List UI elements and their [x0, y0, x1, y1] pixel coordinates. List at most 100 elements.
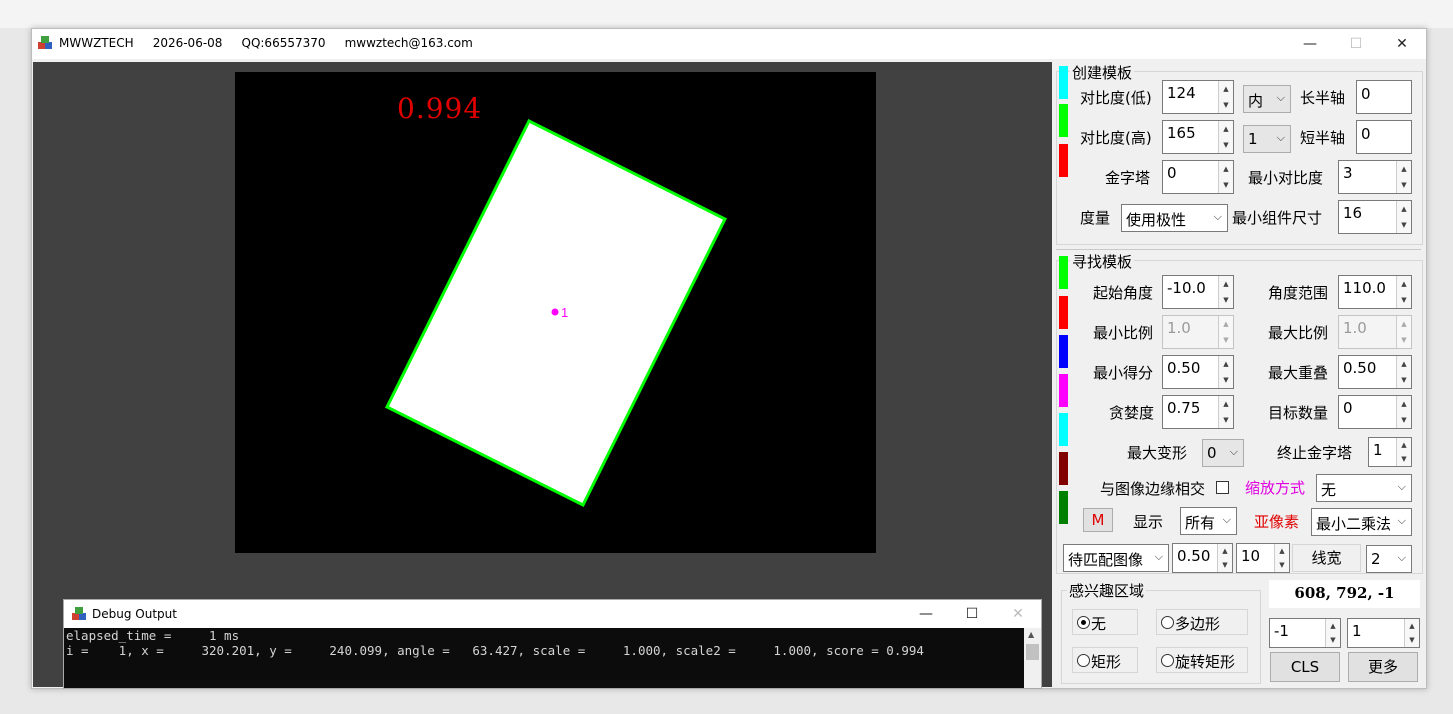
color-swatch-green[interactable]	[1059, 256, 1068, 289]
maximize-button[interactable]: ☐	[1333, 29, 1379, 59]
debug-maximize-button[interactable]: ☐	[949, 600, 995, 628]
close-button[interactable]: ✕	[1379, 29, 1425, 59]
image-canvas[interactable]: 1 0.994	[235, 72, 876, 553]
major-axis-input[interactable]: 0	[1356, 80, 1412, 114]
spin-arrows-icon: ▲ ▼	[1274, 544, 1289, 572]
roi-polygon-radio[interactable]: 多边形	[1156, 609, 1248, 635]
debug-scrollbar[interactable]: ▲	[1024, 628, 1041, 688]
scale-mode-select[interactable]: 无 ⌵	[1316, 474, 1412, 502]
max-scale-label: 最大比例	[1268, 324, 1329, 342]
pyramid-label: 金字塔	[1105, 169, 1151, 187]
spin-arrows-icon: ▲ ▼	[1325, 619, 1340, 647]
chevron-down-icon: ⌵	[1154, 550, 1163, 563]
line-width-label: 线宽	[1292, 544, 1361, 572]
match-overlay: 1	[384, 118, 728, 508]
contrast-high-label: 对比度(高)	[1080, 129, 1152, 147]
color-swatch-red[interactable]	[1059, 144, 1068, 177]
subpixel-select[interactable]: 最小二乘法 ⌵	[1311, 508, 1412, 536]
one-select[interactable]: 1 ⌵	[1243, 125, 1291, 153]
chevron-down-icon: ⌵	[1276, 91, 1285, 104]
roi-rotated-rect-radio[interactable]: 旋转矩形	[1156, 647, 1248, 673]
spin-b[interactable]: 1 ▲ ▼	[1347, 618, 1420, 648]
scroll-thumb[interactable]	[1026, 644, 1039, 660]
radio-icon	[1077, 654, 1090, 667]
image-source-select[interactable]: 待匹配图像 ⌵	[1063, 544, 1169, 572]
stop-pyramid-label: 终止金字塔	[1277, 444, 1353, 462]
scale-mode-label: 缩放方式	[1245, 479, 1306, 497]
debug-console: elapsed_time = 1 ms i = 1, x = 320.201, y…	[64, 628, 1024, 688]
display-label: 显示	[1133, 513, 1164, 531]
greediness-spin[interactable]: 0.75 ▲ ▼	[1162, 395, 1234, 429]
image-viewport[interactable]: 1 0.994 Debug Output — ☐ ✕ elapsed_time …	[33, 62, 1052, 689]
create-template-title: 创建模板	[1070, 62, 1135, 83]
color-swatch-green[interactable]	[1059, 104, 1068, 137]
min-contrast-label: 最小对比度	[1248, 169, 1324, 187]
more-button[interactable]: 更多	[1348, 652, 1418, 682]
angle-range-spin[interactable]: 110.0 ▲ ▼	[1338, 275, 1412, 309]
spin-arrows-icon: ▲ ▼	[1396, 438, 1411, 466]
value2-spin[interactable]: 10 ▲ ▼	[1236, 543, 1290, 573]
max-overlap-spin[interactable]: 0.50 ▲ ▼	[1338, 355, 1412, 389]
spin-arrows-icon: ▲ ▼	[1396, 396, 1411, 428]
color-swatch-blue[interactable]	[1059, 335, 1068, 368]
radio-icon	[1161, 616, 1174, 629]
window-title: MWWZTECH 2026-06-08 QQ:66557370 mwwztech…	[59, 36, 473, 50]
spin-arrows-icon: ▲ ▼	[1396, 161, 1411, 193]
min-contrast-spin[interactable]: 3 ▲ ▼	[1338, 160, 1412, 194]
spin-a[interactable]: -1 ▲ ▼	[1269, 618, 1341, 648]
background-strip	[0, 0, 1453, 28]
scroll-up-icon[interactable]: ▲	[1028, 630, 1034, 639]
title-bar: MWWZTECH 2026-06-08 QQ:66557370 mwwztech…	[32, 29, 1426, 59]
edge-intersect-checkbox[interactable]	[1216, 481, 1229, 494]
roi-none-radio[interactable]: 无	[1072, 609, 1138, 635]
stop-pyramid-spin[interactable]: 1 ▲ ▼	[1368, 437, 1412, 467]
value1-spin[interactable]: 0.50 ▲ ▼	[1172, 543, 1233, 573]
angle-range-label: 角度范围	[1268, 284, 1329, 302]
chevron-down-icon: ⌵	[1397, 514, 1406, 527]
inner-outer-select[interactable]: 内 ⌵	[1243, 85, 1291, 113]
roi-title: 感兴趣区域	[1067, 580, 1147, 601]
spin-arrows-icon: ▲ ▼	[1218, 356, 1233, 388]
min-component-label: 最小组件尺寸	[1232, 209, 1323, 227]
separator	[1056, 249, 1421, 250]
start-angle-spin[interactable]: -10.0 ▲ ▼	[1162, 275, 1234, 309]
contrast-high-spin[interactable]: 165 ▲ ▼	[1162, 120, 1234, 154]
chevron-down-icon: ⌵	[1276, 131, 1285, 144]
roi-rect-radio[interactable]: 矩形	[1072, 647, 1138, 673]
cls-button[interactable]: CLS	[1270, 652, 1340, 682]
minimize-button[interactable]: —	[1287, 29, 1333, 59]
debug-close-button[interactable]: ✕	[995, 600, 1041, 628]
min-score-spin[interactable]: 0.50 ▲ ▼	[1162, 355, 1234, 389]
m-button[interactable]: M	[1083, 508, 1113, 532]
minor-axis-input[interactable]: 0	[1356, 120, 1412, 154]
spin-arrows-icon: ▲ ▼	[1218, 81, 1233, 113]
color-swatch-darkgreen[interactable]	[1059, 491, 1068, 524]
spin-arrows-icon: ▲ ▼	[1218, 316, 1233, 348]
num-targets-spin[interactable]: 0 ▲ ▼	[1338, 395, 1412, 429]
color-swatch-cyan[interactable]	[1059, 413, 1068, 446]
match-center-point	[551, 308, 559, 316]
color-swatch-magenta[interactable]	[1059, 374, 1068, 407]
pixel-coords-readout: 608, 792, -1	[1269, 580, 1420, 608]
min-scale-spin: 1.0 ▲ ▼	[1162, 315, 1234, 349]
debug-output-window: Debug Output — ☐ ✕ elapsed_time = 1 ms i …	[63, 599, 1042, 689]
contrast-low-spin[interactable]: 124 ▲ ▼	[1162, 80, 1234, 114]
find-template-title: 寻找模板	[1070, 251, 1135, 272]
color-swatch-cyan[interactable]	[1059, 66, 1068, 99]
max-deformation-select[interactable]: 0 ⌵	[1202, 439, 1244, 467]
color-swatch-maroon[interactable]	[1059, 452, 1068, 485]
pyramid-spin[interactable]: 0 ▲ ▼	[1162, 160, 1234, 194]
subpixel-label: 亚像素	[1254, 513, 1300, 531]
min-score-label: 最小得分	[1093, 364, 1154, 382]
start-angle-label: 起始角度	[1093, 284, 1154, 302]
color-swatch-red[interactable]	[1059, 296, 1068, 329]
spin-arrows-icon: ▲ ▼	[1218, 396, 1233, 428]
min-component-spin[interactable]: 16 ▲ ▼	[1338, 200, 1412, 234]
debug-line-result: i = 1, x = 320.201, y = 240.099, angle =…	[66, 643, 924, 658]
line-width-select[interactable]: 2 ⌵	[1366, 545, 1412, 573]
score-overlay-text: 0.994	[397, 92, 483, 125]
debug-minimize-button[interactable]: —	[903, 600, 949, 628]
max-overlap-label: 最大重叠	[1268, 364, 1329, 382]
display-select[interactable]: 所有 ⌵	[1180, 507, 1237, 535]
metric-select[interactable]: 使用极性 ⌵	[1121, 204, 1228, 232]
